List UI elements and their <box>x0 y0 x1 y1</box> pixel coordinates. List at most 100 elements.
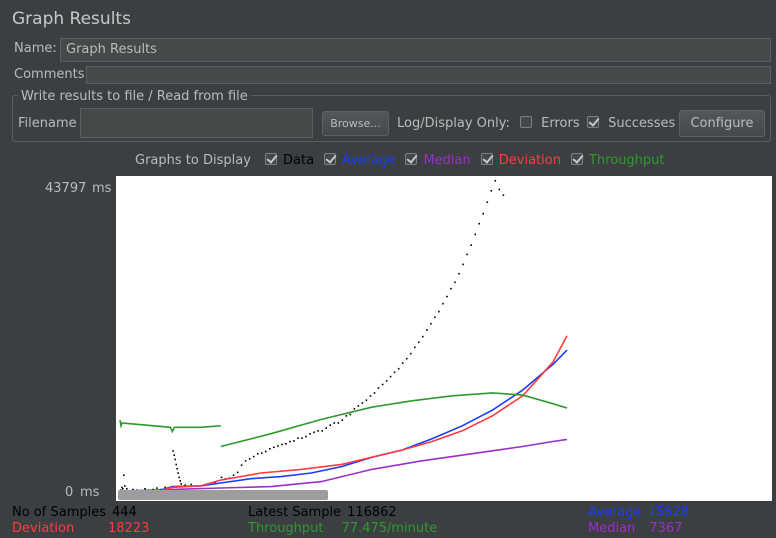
graph-option-average-checkbox[interactable] <box>324 153 337 165</box>
data-point <box>462 263 464 266</box>
data-point <box>277 445 279 447</box>
data-point <box>244 460 247 462</box>
data-point <box>373 392 376 394</box>
successes-option[interactable]: Successes <box>587 116 675 131</box>
data-point <box>293 440 295 442</box>
graph-option-data[interactable]: Data <box>265 153 314 168</box>
data-point <box>478 222 480 225</box>
median-stat: Median 7367 <box>588 521 682 536</box>
average-label: Average <box>588 505 642 520</box>
data-point <box>321 430 323 432</box>
graph-option-average-label: Average <box>342 153 396 168</box>
graph-option-deviation[interactable]: Deviation <box>480 153 561 168</box>
data-point <box>260 452 263 454</box>
data-point <box>325 427 327 429</box>
data-point <box>494 180 497 182</box>
configure-button[interactable]: Configure <box>679 110 765 137</box>
data-point <box>313 431 315 434</box>
data-point <box>301 437 303 439</box>
data-point <box>179 480 181 482</box>
errors-option[interactable]: Errors <box>520 116 580 131</box>
data-point <box>190 483 193 486</box>
graph-option-median[interactable]: Median <box>405 153 471 168</box>
latest-label: Latest Sample <box>248 505 342 520</box>
data-point <box>317 430 319 432</box>
data-point <box>405 357 408 360</box>
log-display-label: Log/Display Only: <box>397 116 510 131</box>
data-point <box>240 464 243 466</box>
deviation-label: Deviation <box>12 521 75 536</box>
browse-button[interactable]: Browse... <box>322 111 389 136</box>
average-value: 15628 <box>647 505 689 520</box>
name-label: Name: <box>14 41 57 56</box>
data-point <box>333 422 335 424</box>
latest-sample-stat: Latest Sample 116862 <box>248 505 397 520</box>
data-point <box>409 352 412 355</box>
graphs-to-display-label: Graphs to Display <box>135 153 251 168</box>
data-point <box>220 476 223 479</box>
data-point <box>426 329 428 331</box>
data-point <box>269 448 271 450</box>
data-point <box>490 190 493 192</box>
data-point <box>345 415 348 417</box>
data-point <box>265 450 267 453</box>
graph-option-deviation-checkbox[interactable] <box>480 153 493 165</box>
data-point <box>470 244 472 246</box>
data-point <box>178 476 180 479</box>
data-point <box>341 419 344 421</box>
data-point <box>466 253 468 256</box>
data-point <box>252 455 255 458</box>
y-min-unit: ms <box>80 485 100 500</box>
samples-value: 444 <box>112 505 137 520</box>
data-point <box>248 458 251 460</box>
data-point <box>458 272 460 275</box>
graph-option-median-checkbox[interactable] <box>405 153 418 165</box>
graph-option-throughput[interactable]: Throughput <box>570 153 665 168</box>
data-point <box>450 287 452 290</box>
data-point <box>353 408 356 410</box>
name-value: Graph Results <box>66 42 157 57</box>
panel-title: Graph Results <box>12 9 131 29</box>
data-point <box>273 446 275 449</box>
data-point <box>369 395 372 397</box>
graph-option-deviation-label: Deviation <box>498 153 561 168</box>
filename-input[interactable] <box>80 108 313 138</box>
graph-option-throughput-checkbox[interactable] <box>570 153 583 165</box>
data-point <box>357 405 360 407</box>
data-point <box>385 380 388 382</box>
data-point <box>175 463 177 466</box>
data-point <box>337 422 340 424</box>
data-point <box>389 375 392 378</box>
y-max-label: 43797 <box>45 181 87 196</box>
y-min-label: 0 <box>65 485 74 500</box>
data-point <box>305 435 307 438</box>
data-point <box>173 454 175 456</box>
data-point <box>442 302 444 305</box>
successes-checkbox[interactable] <box>587 116 599 128</box>
samples-stat: No of Samples 444 <box>12 505 137 520</box>
data-point <box>393 371 396 374</box>
data-point <box>401 362 404 364</box>
data-point <box>309 433 311 435</box>
graph-option-data-checkbox[interactable] <box>265 153 278 165</box>
latest-value: 116862 <box>347 505 397 520</box>
graph-scrollbar[interactable] <box>118 490 328 500</box>
graph-option-median-label: Median <box>423 153 471 168</box>
data-point <box>177 472 179 474</box>
samples-label: No of Samples <box>12 505 106 520</box>
data-point <box>180 483 182 485</box>
comments-field[interactable] <box>86 66 771 84</box>
graph-option-throughput-label: Throughput <box>588 153 665 168</box>
data-point <box>414 346 416 349</box>
graph-option-average[interactable]: Average <box>324 153 395 168</box>
median-label: Median <box>588 521 636 536</box>
data-point <box>502 194 505 196</box>
errors-checkbox[interactable] <box>520 116 532 128</box>
data-point <box>365 399 368 401</box>
data-point <box>422 335 424 338</box>
name-field[interactable]: Graph Results <box>60 38 771 62</box>
data-point <box>329 424 331 426</box>
deviation-stat: Deviation 18223 <box>12 521 149 536</box>
data-point <box>172 450 174 452</box>
graphs-to-display-row: Graphs to Display Data Average Median Devia… <box>135 153 664 168</box>
